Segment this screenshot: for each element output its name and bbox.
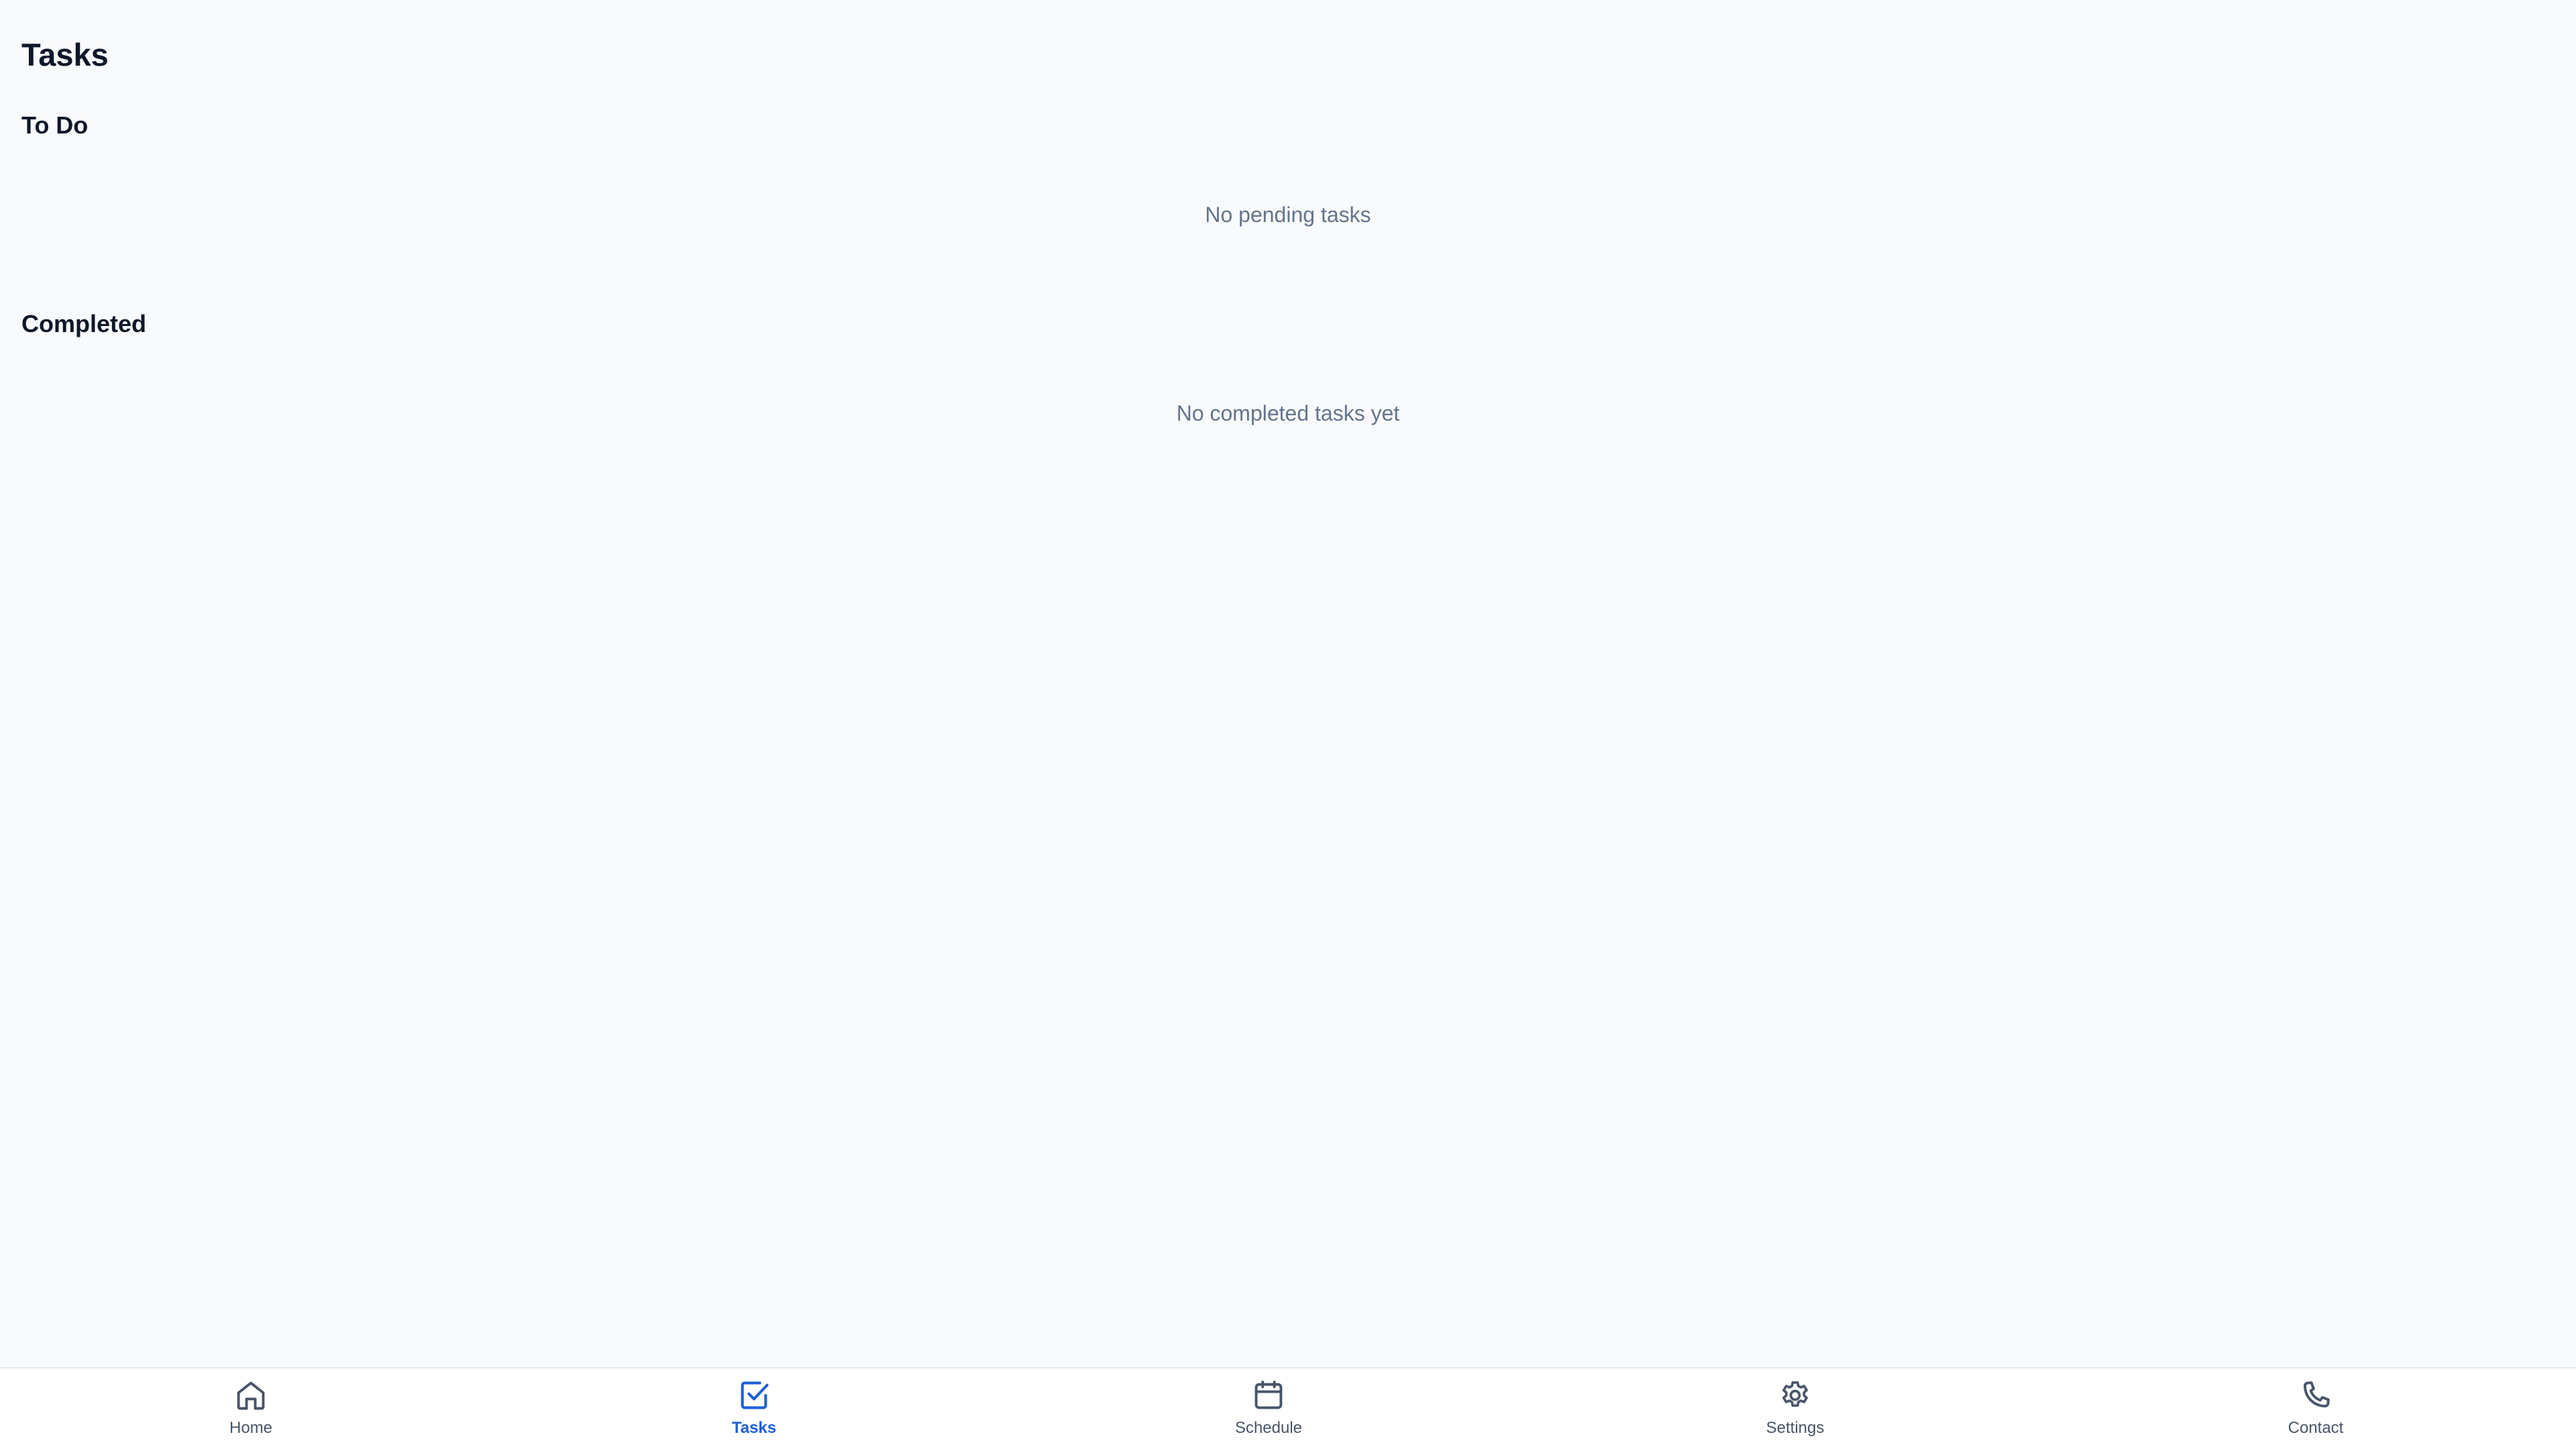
nav-item-contact[interactable]: Contact — [2235, 1378, 2396, 1445]
nav-item-home[interactable]: Home — [170, 1378, 331, 1445]
section-title-todo: To Do — [21, 111, 89, 139]
tasks-screen: Tasks To Do No pending tasks Completed N… — [0, 0, 2576, 1449]
todo-empty-message: No pending tasks — [1205, 203, 1371, 227]
nav-label-tasks: Tasks — [731, 1419, 777, 1437]
nav-item-schedule[interactable]: Schedule — [1188, 1378, 1349, 1445]
main-content: Tasks To Do No pending tasks Completed N… — [0, 0, 2576, 1367]
nav-label-schedule: Schedule — [1234, 1419, 1303, 1437]
completed-empty-message: No completed tasks yet — [1176, 401, 1400, 425]
bottom-navigation: Home Tasks Schedule Settings Contact — [0, 1367, 2576, 1449]
gear-icon — [1782, 1381, 1808, 1407]
phone-icon — [2304, 1381, 2330, 1407]
page-title: Tasks — [21, 37, 109, 72]
nav-item-settings[interactable]: Settings — [1715, 1378, 1876, 1445]
home-icon — [237, 1381, 265, 1410]
nav-label-home: Home — [229, 1419, 273, 1437]
calendar-icon — [1254, 1381, 1283, 1409]
nav-item-tasks[interactable]: Tasks — [674, 1378, 835, 1445]
nav-label-settings: Settings — [1766, 1419, 1825, 1437]
section-title-completed: Completed — [21, 310, 147, 337]
nav-label-contact: Contact — [2288, 1419, 2344, 1437]
checkbox-icon — [741, 1381, 769, 1409]
